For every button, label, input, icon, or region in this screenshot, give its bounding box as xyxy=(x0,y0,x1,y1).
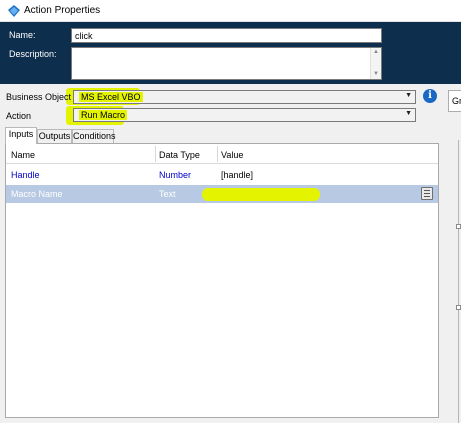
business-object-value: MS Excel VBO xyxy=(79,92,143,102)
expand-marker-icon[interactable] xyxy=(456,224,461,229)
name-label: Name: xyxy=(9,30,36,40)
expand-marker-icon[interactable] xyxy=(456,305,461,310)
column-divider[interactable] xyxy=(155,146,156,162)
parameter-data-type: Text xyxy=(159,189,176,199)
tab-inputs[interactable]: Inputs xyxy=(5,127,37,144)
tab-label: Inputs xyxy=(8,129,34,139)
name-field[interactable] xyxy=(71,28,382,43)
parameter-value[interactable]: [handle] xyxy=(221,170,253,180)
window-title: Action Properties xyxy=(24,5,101,16)
action-properties-icon xyxy=(8,5,20,17)
table-row[interactable]: Macro Name Text xyxy=(6,185,438,203)
header-panel: Name: Description: ▲ ▼ xyxy=(0,22,461,84)
parameter-name: Handle xyxy=(11,170,40,180)
info-icon[interactable]: i xyxy=(423,89,437,103)
right-side-divider xyxy=(458,140,459,423)
business-object-dropdown[interactable]: MS Excel VBO ▼ xyxy=(73,90,416,104)
tab-label: Conditions xyxy=(73,131,116,141)
tab-outputs[interactable]: Outputs xyxy=(37,129,72,143)
scroll-down-icon[interactable]: ▼ xyxy=(373,71,379,78)
action-dropdown[interactable]: Run Macro ▼ xyxy=(73,108,416,122)
description-field[interactable]: ▲ ▼ xyxy=(71,47,382,80)
right-side-group: Gr xyxy=(448,90,461,112)
inputs-grid: Name Data Type Value Handle Number [hand… xyxy=(5,143,439,418)
description-label: Description: xyxy=(9,49,57,59)
tab-conditions[interactable]: Conditions xyxy=(72,129,116,143)
table-row[interactable]: Handle Number [handle] xyxy=(6,166,438,184)
scroll-up-icon[interactable]: ▲ xyxy=(373,49,379,56)
title-bar: Action Properties xyxy=(0,0,461,22)
tab-label: Outputs xyxy=(38,131,71,141)
action-label: Action xyxy=(6,111,32,121)
right-side-group-label: Gr xyxy=(452,96,461,106)
description-scrollbar[interactable]: ▲ ▼ xyxy=(370,48,381,79)
business-object-label: Business Object xyxy=(6,92,72,102)
value-highlight xyxy=(202,188,320,201)
chevron-down-icon[interactable]: ▼ xyxy=(405,92,412,99)
grid-header: Name Data Type Value xyxy=(6,144,438,164)
calculator-icon[interactable] xyxy=(421,187,433,200)
parameter-data-type: Number xyxy=(159,170,192,180)
action-value: Run Macro xyxy=(79,110,128,120)
parameter-name: Macro Name xyxy=(11,189,63,199)
column-header-name[interactable]: Name xyxy=(11,150,35,160)
column-divider[interactable] xyxy=(217,146,218,162)
column-header-data-type[interactable]: Data Type xyxy=(159,150,200,160)
column-header-value[interactable]: Value xyxy=(221,150,243,160)
chevron-down-icon[interactable]: ▼ xyxy=(405,110,412,117)
